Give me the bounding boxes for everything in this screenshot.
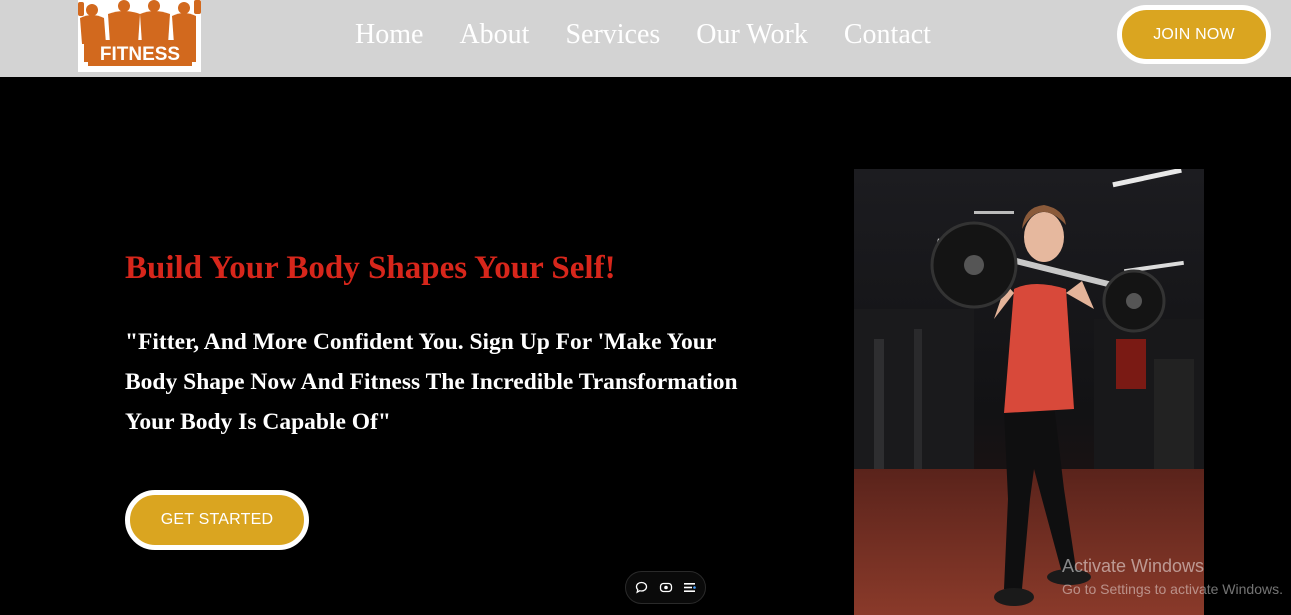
nav-our-work[interactable]: Our Work (696, 18, 808, 52)
site-header: FITNESS Home About Services Our Work Con… (0, 0, 1291, 77)
nav-services[interactable]: Services (565, 18, 660, 52)
logo-text: FITNESS (100, 44, 180, 65)
get-started-label: GET STARTED (160, 511, 274, 528)
activate-windows-subtitle: Go to Settings to activate Windows. (1062, 581, 1283, 597)
activate-windows-title: Activate Windows (1062, 556, 1205, 576)
hero-image (854, 169, 1204, 615)
menu-icon[interactable] (681, 580, 697, 596)
eye-icon[interactable] (658, 580, 674, 596)
comment-icon[interactable] (634, 580, 650, 596)
fitness-logo[interactable]: FITNESS (78, 0, 201, 72)
join-now-button[interactable]: JOIN NOW (1117, 5, 1271, 64)
hero-text: "Fitter, And More Confident You. Sign Up… (125, 329, 738, 435)
nav-about[interactable]: About (459, 18, 529, 52)
floating-toolbar (625, 571, 706, 604)
join-now-label: JOIN NOW (1153, 25, 1235, 43)
hero-title: Build Your Body Shapes Your Self! (125, 250, 616, 286)
nav-contact[interactable]: Contact (844, 18, 931, 52)
nav-home[interactable]: Home (355, 18, 423, 52)
main-nav: Home About Services Our Work Contact (355, 18, 931, 52)
get-started-button[interactable]: GET STARTED (125, 490, 309, 550)
